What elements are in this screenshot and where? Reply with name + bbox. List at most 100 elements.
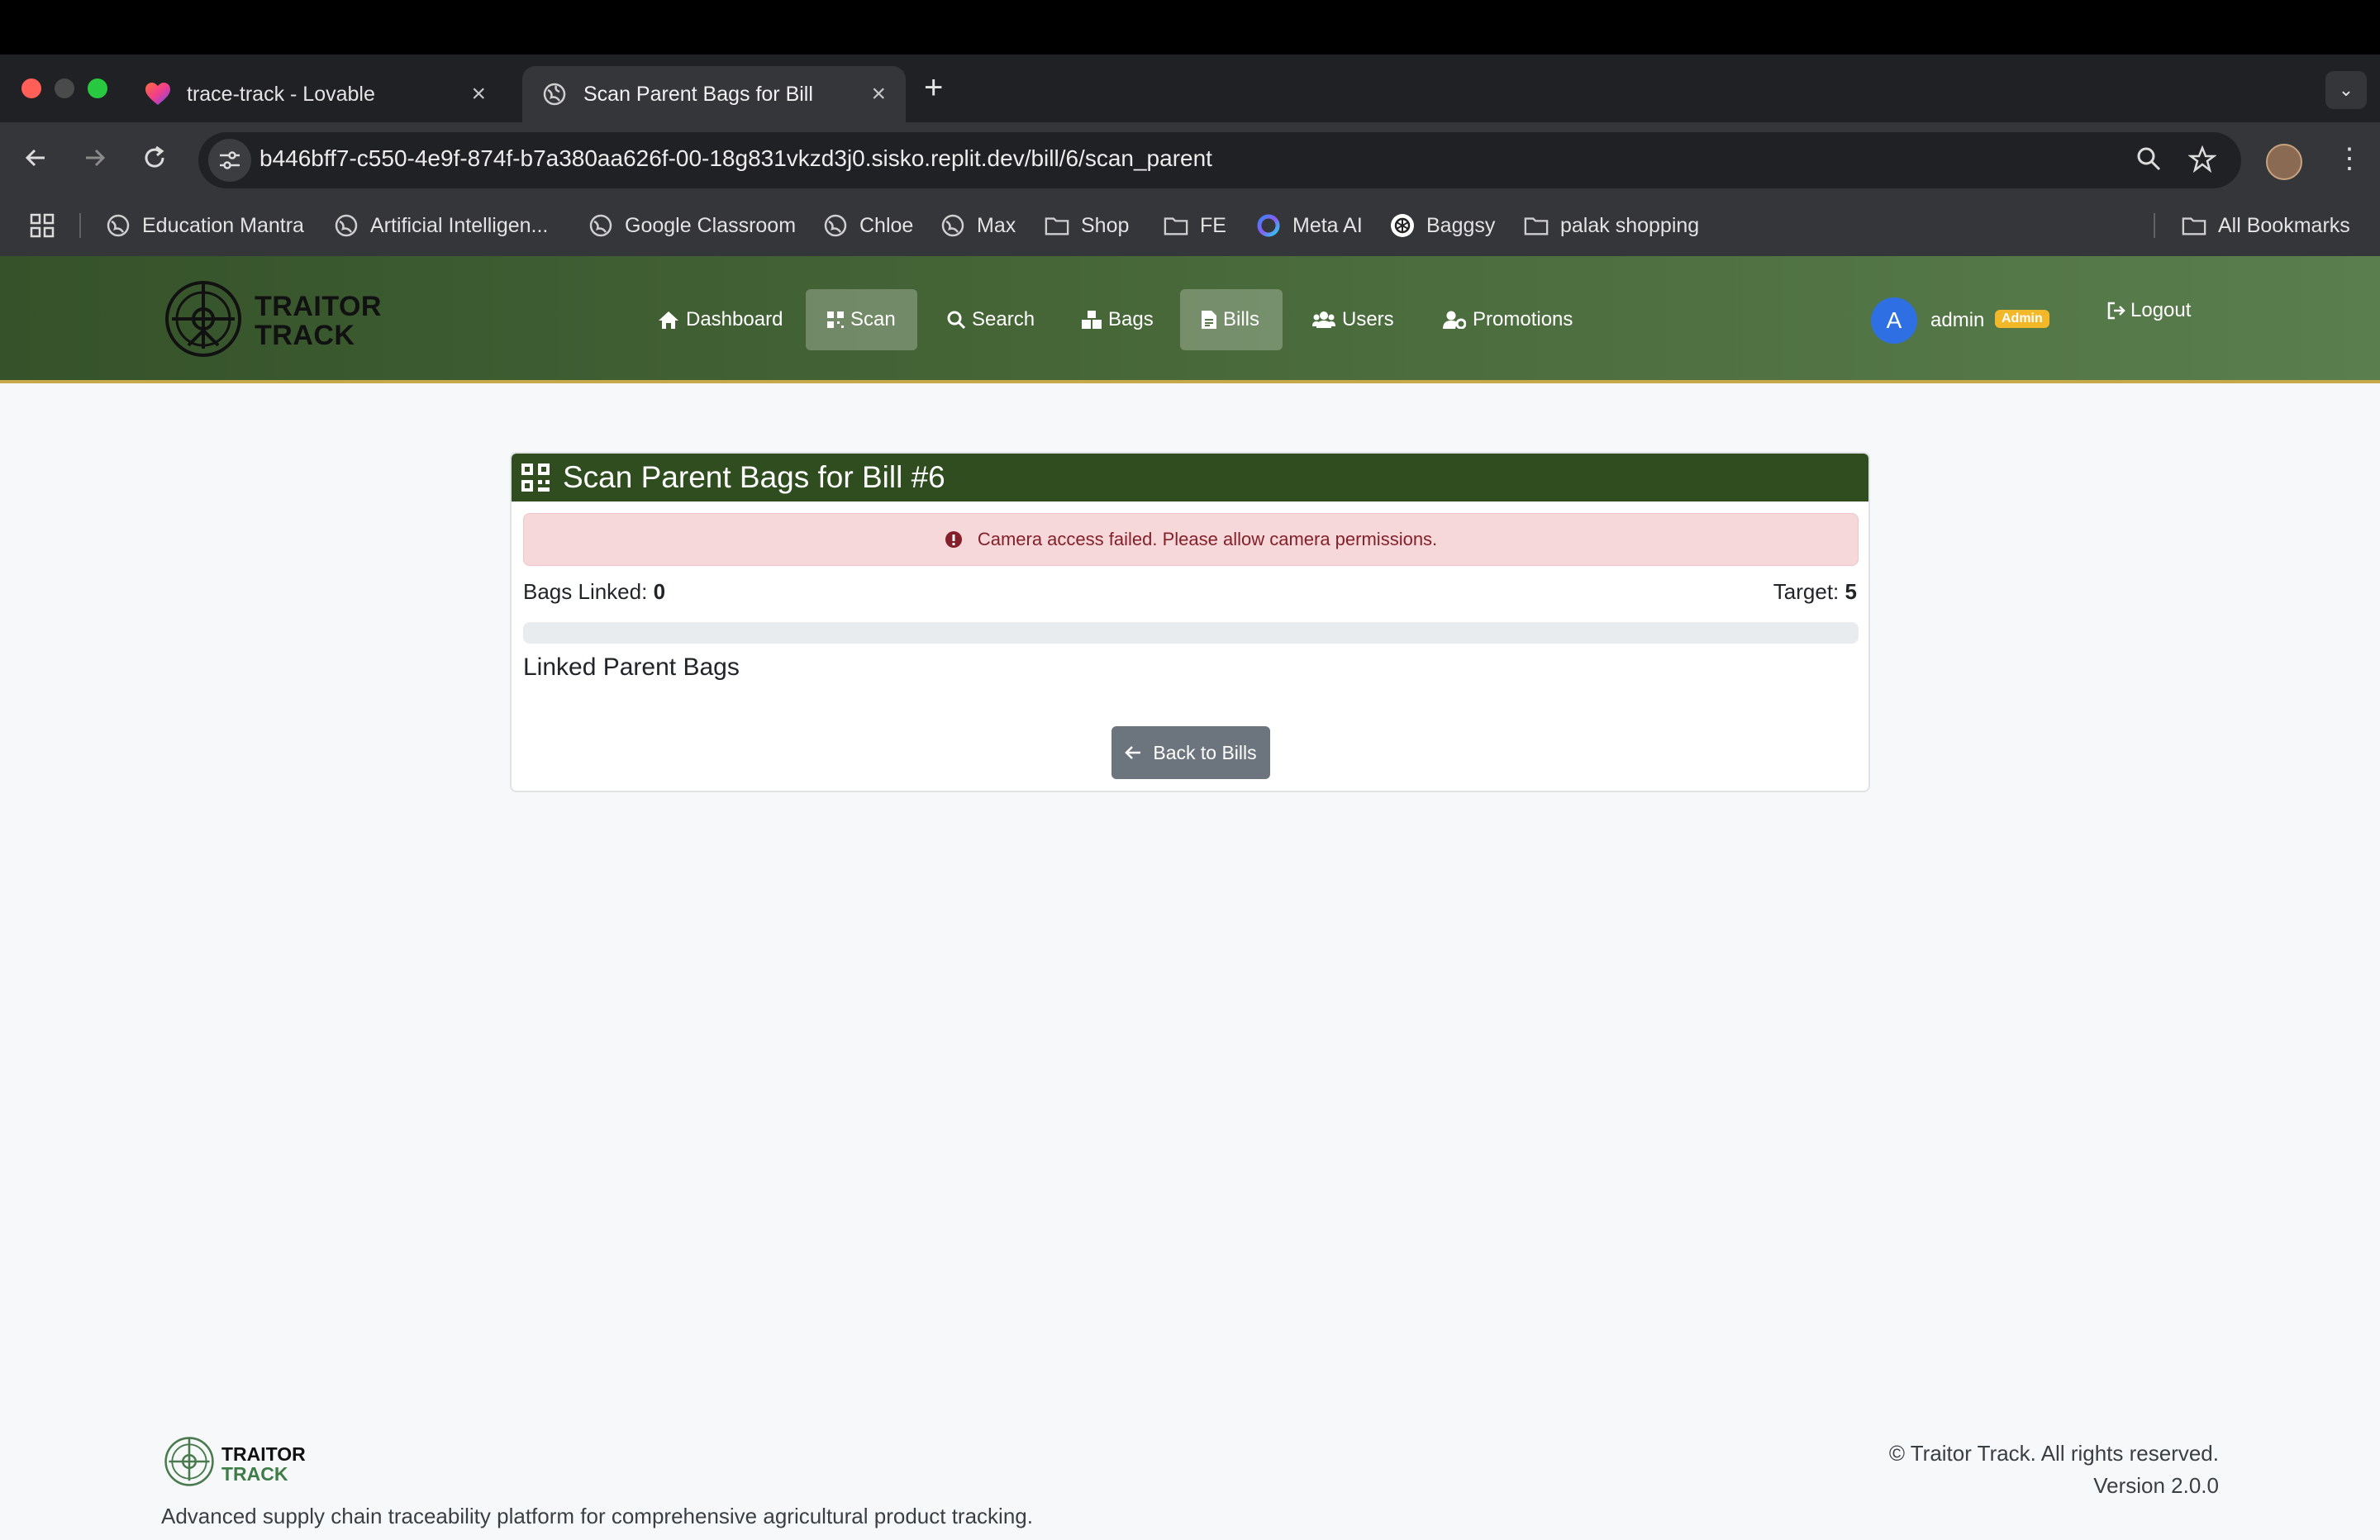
footer-copyright: © Traitor Track. All rights reserved. Ve… [1889, 1438, 2219, 1502]
nav-bills[interactable]: Bills [1180, 289, 1283, 350]
bags-linked-label: Bags Linked: [523, 579, 648, 604]
nav-label: Dashboard [686, 308, 783, 330]
openai-icon [1390, 213, 1415, 238]
user-name[interactable]: admin [1930, 309, 1984, 332]
bookmark-label: Google Classroom [625, 213, 797, 237]
bookmark-label: FE [1200, 213, 1226, 237]
bookmark-label: Baggsy [1426, 213, 1496, 237]
nav-label: Search [972, 308, 1035, 330]
exclamation-circle-icon [945, 530, 963, 549]
bookmark-artificial-intelligence[interactable]: Artificial Intelligen... [334, 213, 548, 238]
meta-ai-icon [1256, 213, 1281, 238]
alert-message: Camera access failed. Please allow camer… [977, 529, 1438, 549]
bookmark-fe[interactable]: FE [1164, 213, 1226, 238]
bookmark-shop[interactable]: Shop [1045, 213, 1129, 238]
nav-promotions[interactable]: Promotions [1421, 289, 1594, 350]
qrcode-icon [521, 463, 550, 492]
browser-tab[interactable]: trace-track - Lovable × [126, 66, 506, 122]
more-menu-icon[interactable]: ⋮ [2335, 142, 2363, 175]
avatar[interactable]: A [1871, 297, 1917, 344]
back-to-bills-button[interactable]: Back to Bills [1111, 726, 1270, 779]
tab-title: trace-track - Lovable [187, 82, 375, 106]
arrow-left-icon [1125, 745, 1141, 760]
copyright-text: © Traitor Track. All rights reserved. [1888, 1441, 2219, 1466]
brand-line-2: TRACK [255, 319, 355, 351]
window-zoom-button[interactable] [88, 78, 107, 98]
folder-icon [2182, 213, 2206, 238]
footer-description: Advanced supply chain traceability platf… [161, 1504, 1033, 1528]
user-cog-icon [1443, 311, 1466, 329]
bookmark-palak-shopping[interactable]: palak shopping [1524, 213, 1699, 238]
crosshair-logo-icon [164, 279, 243, 363]
globe-icon [106, 213, 131, 238]
target-value: 5 [1844, 579, 1857, 604]
folder-icon [1164, 213, 1188, 238]
nav-label: Bills [1223, 308, 1260, 330]
bookmark-label: Chloe [859, 213, 914, 237]
page-title: Scan Parent Bags for Bill #6 [563, 460, 945, 494]
browser-tab-active[interactable]: Scan Parent Bags for Bill × [522, 66, 906, 122]
reload-icon[interactable] [140, 144, 169, 179]
folder-icon [1524, 213, 1549, 238]
bookmark-label: Shop [1081, 213, 1130, 237]
footer-brand: TRAITOR TRACK [164, 1436, 306, 1491]
zoom-icon[interactable] [2135, 145, 2162, 178]
bookmark-label: All Bookmarks [2218, 213, 2350, 237]
globe-icon [542, 82, 567, 107]
new-tab-icon[interactable]: + [924, 69, 943, 107]
role-badge: Admin [1995, 310, 2049, 328]
bookmark-label: Max [977, 213, 1016, 237]
logout-label: Logout [2130, 299, 2192, 321]
nav-dashboard[interactable]: Dashboard [636, 289, 804, 350]
logout-button[interactable]: Logout [2107, 299, 2191, 322]
bookmark-chloe[interactable]: Chloe [823, 213, 913, 238]
nav-label: Promotions [1473, 308, 1573, 330]
users-icon [1312, 311, 1335, 329]
bookmark-meta-ai[interactable]: Meta AI [1256, 213, 1363, 238]
back-arrow-icon[interactable] [21, 144, 50, 179]
card-header: Scan Parent Bags for Bill #6 [512, 454, 1868, 501]
bookmark-education-mantra[interactable]: Education Mantra [106, 213, 304, 238]
url-text[interactable]: b446bff7-c550-4e9f-874f-b7a380aa626f-00-… [259, 145, 1212, 172]
footer-brand-line-1: TRAITOR [221, 1443, 306, 1465]
boxes-icon [1082, 311, 1102, 329]
nav-users[interactable]: Users [1291, 289, 1416, 350]
globe-icon [334, 213, 359, 238]
window-minimize-button[interactable] [55, 78, 74, 98]
bags-linked-stat: Bags Linked: 0 [523, 579, 665, 605]
file-icon [1202, 311, 1216, 329]
tab-search-chevron-icon[interactable]: ⌄ [2325, 71, 2367, 109]
site-info-icon[interactable] [208, 139, 251, 182]
tab-close-icon[interactable]: × [871, 80, 886, 108]
globe-icon [588, 213, 613, 238]
progress-bar [523, 622, 1859, 644]
scan-card: Scan Parent Bags for Bill #6 Camera acce… [510, 452, 1870, 792]
nav-scan[interactable]: Scan [806, 289, 917, 350]
nav-search[interactable]: Search [926, 289, 1056, 350]
footer-brand-name: TRAITOR TRACK [221, 1444, 306, 1484]
bookmark-max[interactable]: Max [940, 213, 1016, 238]
all-bookmarks-button[interactable]: All Bookmarks [2182, 213, 2350, 238]
tab-close-icon[interactable]: × [471, 80, 486, 108]
home-icon [658, 310, 679, 330]
os-menubar [0, 0, 2380, 55]
nav-bags[interactable]: Bags [1060, 289, 1175, 350]
apps-grid-icon[interactable] [30, 213, 55, 238]
sign-out-icon [2107, 302, 2125, 320]
forward-arrow-icon[interactable] [81, 144, 109, 179]
folder-icon [1045, 213, 1069, 238]
bookmarks-divider [79, 213, 81, 238]
profile-avatar[interactable] [2266, 144, 2302, 180]
bookmark-google-classroom[interactable]: Google Classroom [588, 213, 796, 238]
bookmark-label: Education Mantra [142, 213, 304, 237]
version-text: Version 2.0.0 [2093, 1473, 2219, 1498]
search-icon [947, 311, 965, 329]
window-close-button[interactable] [21, 78, 41, 98]
footer-brand-line-2: TRACK [221, 1462, 288, 1485]
bookmark-star-icon[interactable] [2187, 145, 2217, 180]
nav-label: Bags [1108, 308, 1154, 330]
bookmark-label: Artificial Intelligen... [370, 213, 549, 237]
brand-logo[interactable]: TRAITOR TRACK [164, 279, 382, 363]
nav-label: Users [1342, 308, 1394, 330]
bookmark-baggsy[interactable]: Baggsy [1390, 213, 1495, 238]
